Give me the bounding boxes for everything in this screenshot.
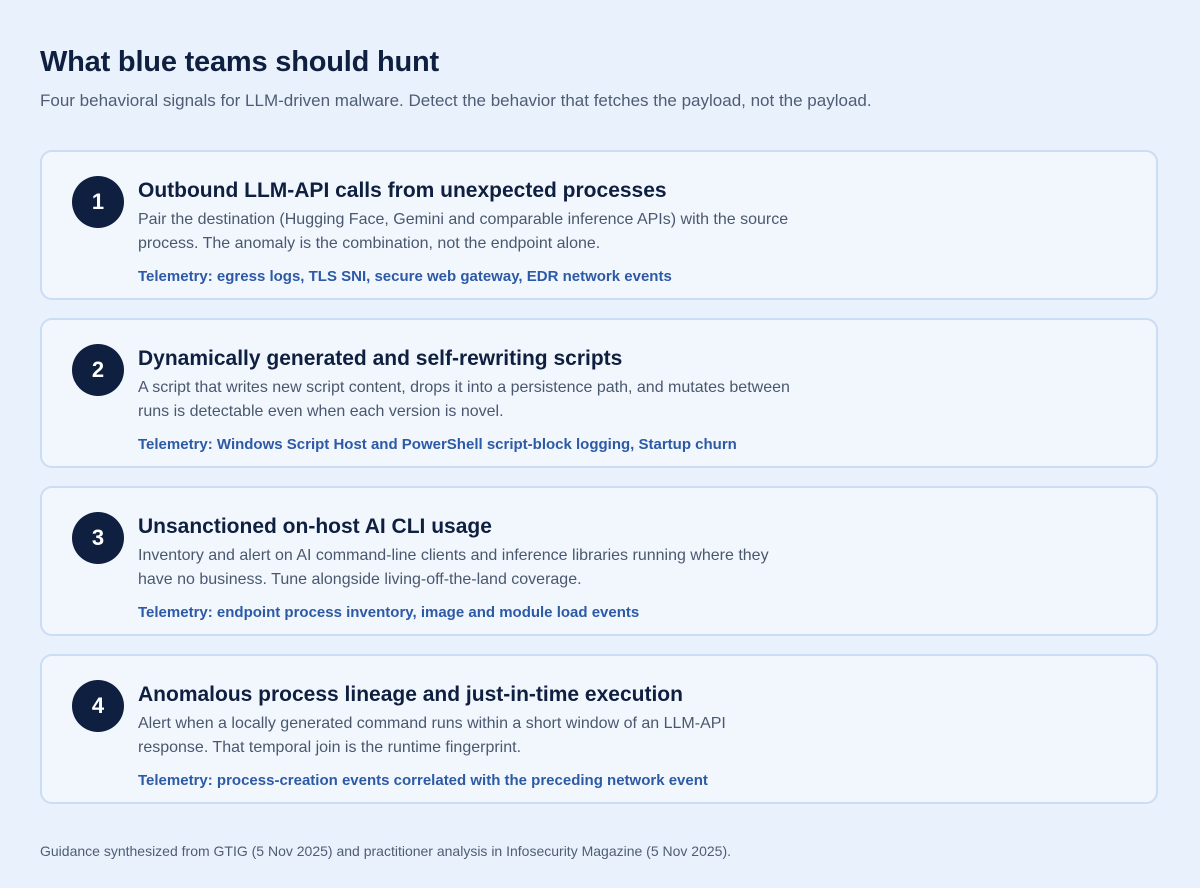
signal-card-3: 3 Unsanctioned on-host AI CLI usage Inve… bbox=[40, 486, 1158, 636]
signal-title: Dynamically generated and self-rewriting… bbox=[138, 347, 623, 370]
step-number-badge: 3 bbox=[72, 512, 124, 564]
step-number-badge: 2 bbox=[72, 344, 124, 396]
signal-card-1: 1 Outbound LLM-API calls from unexpected… bbox=[40, 150, 1158, 300]
page-title: What blue teams should hunt bbox=[40, 46, 439, 78]
signal-description: Pair the destination (Hugging Face, Gemi… bbox=[138, 211, 789, 252]
source-footnote: Guidance synthesized from GTIG (5 Nov 20… bbox=[40, 843, 731, 859]
signal-telemetry: Telemetry: egress logs, TLS SNI, secure … bbox=[138, 268, 672, 285]
signal-description: A script that writes new script content,… bbox=[138, 379, 790, 420]
step-number-badge: 4 bbox=[72, 680, 124, 732]
signal-title: Anomalous process lineage and just-in-ti… bbox=[138, 683, 683, 706]
page-subtitle: Four behavioral signals for LLM-driven m… bbox=[40, 91, 872, 110]
signal-card-2: 2 Dynamically generated and self-rewriti… bbox=[40, 318, 1158, 468]
page: What blue teams should hunt Four behavio… bbox=[40, 0, 1160, 888]
signal-telemetry: Telemetry: endpoint process inventory, i… bbox=[138, 604, 640, 621]
signal-card-4: 4 Anomalous process lineage and just-in-… bbox=[40, 654, 1158, 804]
signal-title: Outbound LLM-API calls from unexpected p… bbox=[138, 179, 667, 202]
signal-telemetry: Telemetry: process-creation events corre… bbox=[138, 772, 708, 789]
signal-telemetry: Telemetry: Windows Script Host and Power… bbox=[138, 436, 737, 453]
signal-description: Inventory and alert on AI command-line c… bbox=[138, 547, 769, 588]
signal-title: Unsanctioned on-host AI CLI usage bbox=[138, 515, 492, 538]
step-number-badge: 1 bbox=[72, 176, 124, 228]
signal-description: Alert when a locally generated command r… bbox=[138, 715, 726, 756]
